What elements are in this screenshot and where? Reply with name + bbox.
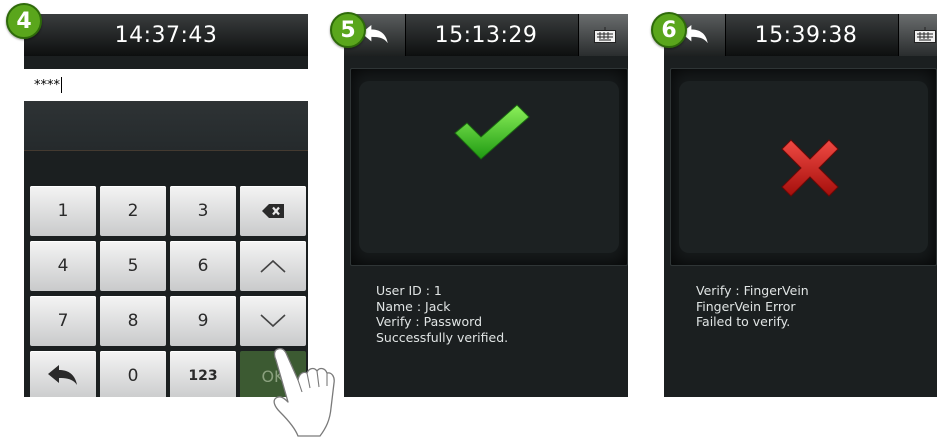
- key-4[interactable]: 4: [30, 241, 96, 291]
- user-id-line: User ID : 1: [376, 283, 442, 298]
- arrow-up-key[interactable]: [240, 241, 306, 291]
- error-line: FingerVein Error: [696, 298, 796, 314]
- key-5[interactable]: 5: [100, 241, 166, 291]
- key-8[interactable]: 8: [100, 296, 166, 346]
- user-name-line: Name : Jack: [376, 298, 451, 314]
- back-arrow-icon: [48, 365, 77, 385]
- backspace-key[interactable]: [240, 186, 306, 236]
- verify-failure-screen: 15:39:38 Verify : FingerVein FingerVein …: [664, 14, 937, 397]
- key-9[interactable]: 9: [170, 296, 236, 346]
- input-mode-key[interactable]: 123: [170, 351, 236, 397]
- clock-time: 15:13:29: [434, 22, 538, 48]
- status-line: Failed to verify.: [696, 314, 791, 329]
- result-panel: [670, 68, 937, 266]
- verify-method-line: Verify : FingerVein: [696, 283, 809, 298]
- key-0[interactable]: 0: [100, 351, 166, 397]
- back-key[interactable]: [30, 351, 96, 397]
- cross-icon: [781, 139, 839, 197]
- result-message: Verify : FingerVein FingerVein Error Fai…: [696, 283, 809, 330]
- arrow-up-icon: [260, 259, 286, 273]
- step-badge-4: 4: [6, 3, 42, 39]
- keyboard-button[interactable]: [898, 14, 937, 56]
- keyboard-icon: [593, 27, 616, 43]
- result-panel: [350, 68, 628, 266]
- input-area-background: [24, 101, 308, 151]
- backspace-icon: [262, 204, 284, 218]
- numeric-keypad: 1 2 3 4 5 6 7 8 9 0 123 OK: [30, 186, 308, 397]
- key-3[interactable]: 3: [170, 186, 236, 236]
- clock-time: 14:37:43: [114, 22, 218, 48]
- result-message: User ID : 1 Name : Jack Verify : Passwor…: [376, 283, 508, 345]
- password-value: ****: [34, 77, 60, 93]
- text-cursor: [61, 77, 62, 93]
- pointing-hand-icon: [273, 347, 335, 437]
- arrow-down-icon: [260, 314, 286, 328]
- key-2[interactable]: 2: [100, 186, 166, 236]
- status-bar: 14:37:43: [24, 14, 308, 56]
- key-7[interactable]: 7: [30, 296, 96, 346]
- checkmark-icon: [454, 104, 530, 160]
- keyboard-button[interactable]: [578, 14, 628, 56]
- result-panel-inner: [359, 81, 619, 253]
- password-entry-screen: 14:37:43 **** 1 2 3 4 5 6 7 8 9 0 123 OK: [24, 14, 308, 397]
- password-input[interactable]: ****: [24, 69, 308, 101]
- step-badge-5: 5: [330, 12, 366, 48]
- key-6[interactable]: 6: [170, 241, 236, 291]
- step-badge-6: 6: [651, 12, 687, 48]
- arrow-down-key[interactable]: [240, 296, 306, 346]
- verify-success-screen: 15:13:29 User ID : 1 Name: Jack Verify …: [344, 14, 628, 397]
- verify-method-line: Verify : Password: [376, 314, 483, 329]
- status-line: Successfully verified.: [376, 329, 509, 345]
- result-panel-inner: [679, 81, 928, 253]
- clock-time: 15:39:38: [754, 22, 858, 48]
- key-1[interactable]: 1: [30, 186, 96, 236]
- keyboard-icon: [913, 27, 936, 43]
